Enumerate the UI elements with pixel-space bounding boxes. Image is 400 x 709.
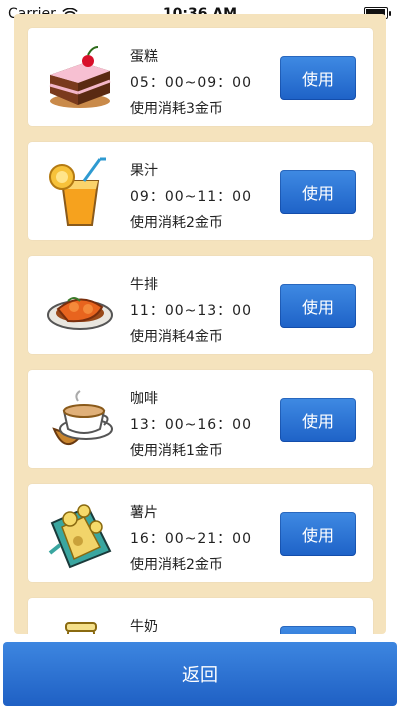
use-button[interactable]: 使用	[280, 284, 356, 328]
steak-icon	[47, 297, 113, 330]
use-button[interactable]: 使用	[280, 626, 356, 634]
back-button[interactable]: 返回	[3, 642, 397, 706]
item-cost: 使用消耗1金币	[130, 443, 223, 459]
item-cost: 使用消耗2金币	[130, 215, 223, 231]
list-item: 蛋糕 05：00~09：00 使用消耗3金币 使用	[28, 28, 373, 126]
item-name: 果汁	[130, 163, 158, 179]
item-cost: 使用消耗2金币	[130, 557, 223, 573]
list-item: 咖啡 13：00~16：00 使用消耗1金币 使用	[28, 370, 373, 468]
list-item: 薯片 16：00~21：00 使用消耗2金币 使用	[28, 484, 373, 582]
list-item: 牛排 11：00~13：00 使用消耗4金币 使用	[28, 256, 373, 354]
use-button[interactable]: 使用	[280, 512, 356, 556]
item-name: 薯片	[130, 505, 158, 521]
milk-icon	[65, 622, 97, 634]
item-cost: 使用消耗3金币	[130, 101, 223, 117]
item-time-range: 11：00~13：00	[130, 303, 252, 319]
item-time-range: 09：00~11：00	[130, 189, 252, 205]
item-name: 牛奶	[130, 619, 158, 634]
list-item: 果汁 09：00~11：00 使用消耗2金币 使用	[28, 142, 373, 240]
use-button[interactable]: 使用	[280, 56, 356, 100]
coffee-icon	[52, 390, 113, 446]
food-list-panel: 蛋糕 05：00~09：00 使用消耗3金币 使用 果汁 09：00~11：00…	[14, 14, 386, 634]
item-cost: 使用消耗4金币	[130, 329, 223, 345]
use-button[interactable]: 使用	[280, 170, 356, 214]
item-time-range: 16：00~21：00	[130, 531, 252, 547]
use-button[interactable]: 使用	[280, 398, 356, 442]
item-time-range: 13：00~16：00	[130, 417, 252, 433]
cake-icon	[49, 46, 111, 108]
item-name: 咖啡	[130, 391, 158, 407]
chips-icon	[48, 504, 112, 569]
item-name: 牛排	[130, 277, 158, 293]
item-name: 蛋糕	[130, 49, 158, 65]
item-time-range: 05：00~09：00	[130, 75, 252, 91]
juice-icon	[49, 157, 106, 226]
list-item: 牛奶 使用	[28, 598, 373, 634]
